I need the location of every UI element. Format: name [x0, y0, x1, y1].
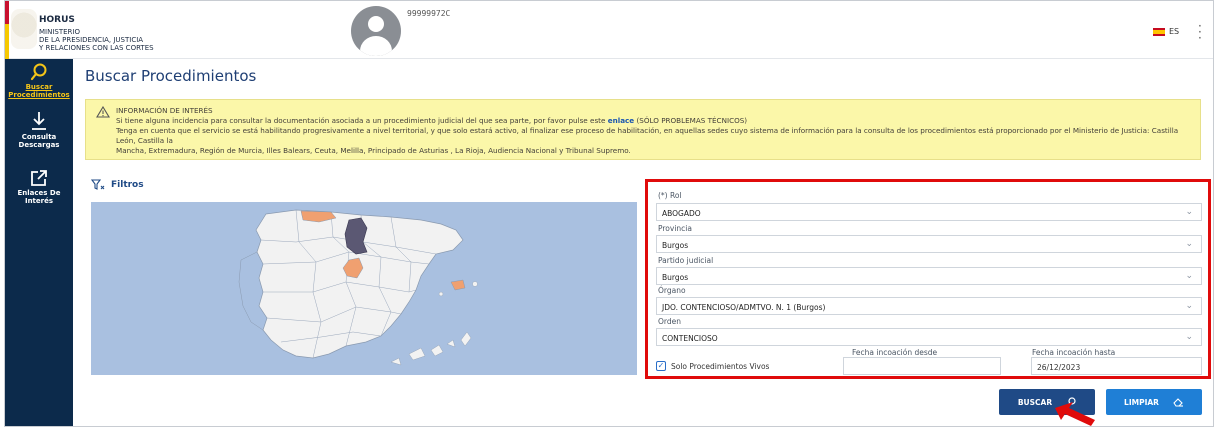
region-canarias[interactable] [390, 331, 472, 366]
language-selector[interactable]: ES [1153, 27, 1179, 36]
orden-value: CONTENCIOSO [662, 334, 718, 343]
orden-select[interactable]: CONTENCIOSO ⌄ [656, 328, 1202, 346]
alert-line: Si tiene alguna incidencia para consulta… [116, 116, 1190, 126]
provincia-label: Provincia [658, 224, 692, 233]
checkbox-checked-icon[interactable]: ✓ [656, 361, 666, 371]
search-icon [30, 63, 47, 81]
region-illes-balears[interactable] [450, 279, 466, 291]
brand-line: DE LA PRESIDENCIA, JUSTICIA [39, 36, 144, 44]
pointer-arrow-icon [1055, 402, 1095, 426]
alert-text: (SÓLO PROBLEMAS TÉCNICOS) [636, 116, 748, 125]
ministry-seal-icon [11, 9, 37, 49]
sidebar-item-consulta-descargas[interactable]: Consulta Descargas [5, 111, 73, 149]
organo-value: JDO. CONTENCIOSO/ADMTVO. N. 1 (Burgos) [662, 303, 826, 312]
language-code: ES [1169, 27, 1180, 36]
chevron-down-icon: ⌄ [1185, 271, 1193, 281]
partido-judicial-select[interactable]: Burgos ⌄ [656, 267, 1202, 285]
sidebar-item-label: Enlaces De Interés [17, 189, 61, 205]
sidebar-item-label: Buscar [25, 83, 53, 91]
fecha-hasta-input[interactable]: 26/12/2023 [1031, 357, 1202, 375]
fecha-desde-label: Fecha incoación desde [852, 348, 938, 357]
chevron-down-icon: ⌄ [1185, 207, 1193, 217]
download-icon [32, 112, 46, 130]
user-id: 99999972C [407, 9, 451, 18]
filter-icon [91, 179, 105, 190]
sidebar-item-buscar-procedimientos[interactable]: Buscar Procedimientos [5, 63, 73, 99]
provincia-value: Burgos [662, 241, 689, 250]
eraser-icon [1173, 398, 1183, 407]
filters-label: Filtros [111, 180, 144, 190]
sidebar-item-label: Descargas [18, 141, 60, 149]
sidebar-item-label: Procedimientos [8, 91, 70, 99]
spain-map-svg [238, 209, 478, 366]
limpiar-button[interactable]: LIMPIAR [1106, 389, 1202, 415]
alert-heading: INFORMACIÓN DE INTERÉS [116, 106, 213, 115]
info-alert: INFORMACIÓN DE INTERÉS Si tiene alguna i… [85, 99, 1201, 160]
brand-logo[interactable]: HORUS MINISTERIO DE LA PRESIDENCIA, JUST… [39, 15, 154, 52]
buscar-label: BUSCAR [1017, 397, 1053, 407]
warning-icon [96, 106, 110, 118]
sidebar-item-enlaces-de-interes[interactable]: Enlaces De Interés [5, 169, 73, 205]
user-avatar-icon[interactable] [351, 6, 401, 56]
orden-label: Orden [658, 317, 681, 326]
alert-line: Tenga en cuenta que el servicio se está … [116, 126, 1179, 145]
provincia-select[interactable]: Burgos ⌄ [656, 235, 1202, 253]
rol-value: ABOGADO [662, 209, 701, 218]
fecha-desde-input[interactable] [843, 357, 1001, 375]
page-title: Buscar Procedimientos [85, 67, 257, 85]
top-header: HORUS MINISTERIO DE LA PRESIDENCIA, JUST… [5, 1, 1213, 59]
chevron-down-icon: ⌄ [1185, 332, 1193, 342]
chevron-down-icon: ⌄ [1185, 239, 1193, 249]
search-filters-panel: (*) Rol ABOGADO ⌄ Provincia Burgos ⌄ Par… [645, 179, 1211, 379]
spain-map[interactable] [91, 202, 637, 375]
chevron-down-icon: ⌄ [1185, 301, 1193, 311]
organo-label: Órgano [658, 286, 686, 295]
sidebar-item-label: Consulta [21, 133, 57, 141]
logo-stripe [5, 1, 9, 59]
partido-judicial-label: Partido judicial [658, 256, 714, 265]
spain-flag-icon [1153, 27, 1165, 36]
partido-judicial-value: Burgos [662, 273, 689, 282]
app-window: HORUS MINISTERIO DE LA PRESIDENCIA, JUST… [4, 0, 1214, 427]
alert-line: Mancha, Extremadura, Región de Murcia, I… [116, 146, 631, 155]
rol-label: (*) Rol [658, 191, 682, 200]
alert-text: Si tiene alguna incidencia para consulta… [116, 116, 606, 125]
brand-name: HORUS [39, 15, 75, 25]
brand-line: Y RELACIONES CON LAS CORTES [39, 44, 154, 52]
more-options-icon[interactable]: · · · [1198, 20, 1202, 44]
brand-line: MINISTERIO [39, 28, 80, 36]
filters-toggle[interactable]: Filtros [91, 179, 144, 191]
solo-vivos-checkbox[interactable]: ✓ Solo Procedimientos Vivos [656, 361, 769, 371]
external-link-icon [31, 170, 47, 186]
rol-select[interactable]: ABOGADO ⌄ [656, 203, 1202, 221]
limpiar-label: LIMPIAR [1124, 397, 1159, 407]
organo-select[interactable]: JDO. CONTENCIOSO/ADMTVO. N. 1 (Burgos) ⌄ [656, 297, 1202, 315]
alert-link[interactable]: enlace [608, 116, 634, 125]
solo-vivos-label: Solo Procedimientos Vivos [671, 361, 770, 371]
sidebar: Buscar Procedimientos Consulta Descargas… [5, 59, 73, 426]
fecha-hasta-label: Fecha incoación hasta [1032, 348, 1116, 357]
